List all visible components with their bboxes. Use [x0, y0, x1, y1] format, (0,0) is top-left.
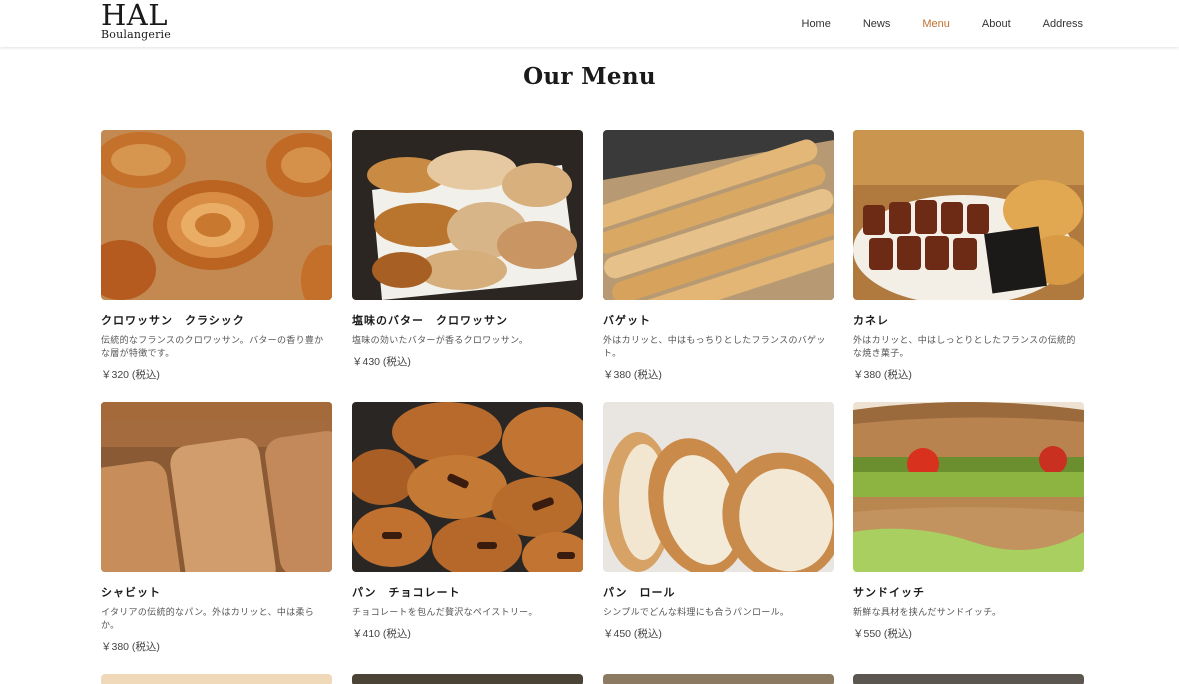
- item-name: サンドイッチ: [853, 586, 925, 599]
- menu-card-partial[interactable]: [352, 674, 583, 684]
- menu-card-ciabatta[interactable]: シャビット イタリアの伝統的なパン。外はカリッと、中は柔らか。 ￥380 (税込…: [101, 402, 332, 654]
- menu-card-baguette[interactable]: バゲット 外はカリッと、中はもっちりとしたフランスのバゲット。 ￥380 (税込…: [603, 130, 834, 382]
- nav-address[interactable]: Address: [1043, 17, 1083, 31]
- bread-roll-photo: [603, 402, 834, 572]
- item-name: カネレ: [853, 314, 889, 327]
- brand-subtitle: Boulangerie: [101, 28, 171, 41]
- nav-news[interactable]: News: [863, 17, 891, 31]
- item-description: 伝統的なフランスのクロワッサン。バターの香り豊かな層が特徴です。: [101, 336, 324, 359]
- nav-menu[interactable]: Menu: [922, 17, 950, 31]
- item-photo: [853, 674, 1084, 684]
- item-description: イタリアの伝統的なパン。外はカリッと、中は柔らか。: [101, 608, 315, 631]
- item-description: シンプルでどんな料理にも合うパンロール。: [603, 608, 790, 618]
- site-header: HAL Boulangerie Home News Menu About Add…: [0, 0, 1179, 47]
- nav-about[interactable]: About: [982, 17, 1011, 31]
- item-price: ￥380 (税込): [853, 369, 912, 381]
- menu-card-partial[interactable]: [603, 674, 834, 684]
- menu-card-croissant-classic[interactable]: クロワッサン クラシック 伝統的なフランスのクロワッサン。バターの香り豊かな層が…: [101, 130, 332, 382]
- item-name: パン ロール: [603, 586, 676, 599]
- menu-card-partial[interactable]: [853, 674, 1084, 684]
- menu-card-partial[interactable]: [101, 674, 332, 684]
- brand-logo[interactable]: HAL Boulangerie: [101, 1, 171, 41]
- item-price: ￥380 (税込): [603, 369, 662, 381]
- item-name: パン チョコレート: [352, 586, 461, 599]
- item-name: 塩味のバター クロワッサン: [352, 314, 508, 327]
- main-nav: Home News Menu About Address: [770, 17, 1084, 31]
- item-description: 新鮮な具材を挟んだサンドイッチ。: [853, 608, 1002, 618]
- item-price: ￥550 (税込): [853, 628, 912, 640]
- item-price: ￥450 (税込): [603, 628, 662, 640]
- item-photo: [101, 674, 332, 684]
- item-price: ￥380 (税込): [101, 641, 160, 653]
- menu-card-canele[interactable]: カネレ 外はカリッと、中はしっとりとしたフランスの伝統的な焼き菓子。 ￥380 …: [853, 130, 1084, 382]
- item-name: クロワッサン クラシック: [101, 314, 245, 327]
- item-price: ￥320 (税込): [101, 369, 160, 381]
- item-name: シャビット: [101, 586, 161, 599]
- item-photo: [352, 674, 583, 684]
- salt-butter-croissant-photo: [352, 130, 583, 300]
- nav-home[interactable]: Home: [802, 17, 831, 31]
- menu-card-bread-roll[interactable]: パン ロール シンプルでどんな料理にも合うパンロール。 ￥450 (税込): [603, 402, 834, 641]
- baguette-photo: [603, 130, 834, 300]
- item-price: ￥410 (税込): [352, 628, 411, 640]
- item-price: ￥430 (税込): [352, 356, 411, 368]
- brand-name: HAL: [101, 0, 168, 32]
- item-photo: [603, 674, 834, 684]
- menu-card-pain-au-chocolat[interactable]: パン チョコレート チョコレートを包んだ贅沢なペイストリー。 ￥410 (税込): [352, 402, 583, 641]
- page-title: Our Menu: [523, 63, 656, 90]
- menu-card-sandwich[interactable]: サンドイッチ 新鮮な具材を挟んだサンドイッチ。 ￥550 (税込): [853, 402, 1084, 641]
- item-description: 外はカリッと、中はもっちりとしたフランスのバゲット。: [603, 336, 826, 359]
- ciabatta-photo: [101, 402, 332, 572]
- menu-card-salt-butter-croissant[interactable]: 塩味のバター クロワッサン 塩味の効いたバターが香るクロワッサン。 ￥430 (…: [352, 130, 583, 369]
- item-name: バゲット: [603, 314, 651, 327]
- item-description: 塩味の効いたバターが香るクロワッサン。: [352, 336, 529, 346]
- item-description: 外はカリッと、中はしっとりとしたフランスの伝統的な焼き菓子。: [853, 336, 1076, 359]
- canele-photo: [853, 130, 1084, 300]
- pain-au-chocolat-photo: [352, 402, 583, 572]
- sandwich-photo: [853, 402, 1084, 572]
- croissant-photo: [101, 130, 332, 300]
- item-description: チョコレートを包んだ贅沢なペイストリー。: [352, 608, 538, 618]
